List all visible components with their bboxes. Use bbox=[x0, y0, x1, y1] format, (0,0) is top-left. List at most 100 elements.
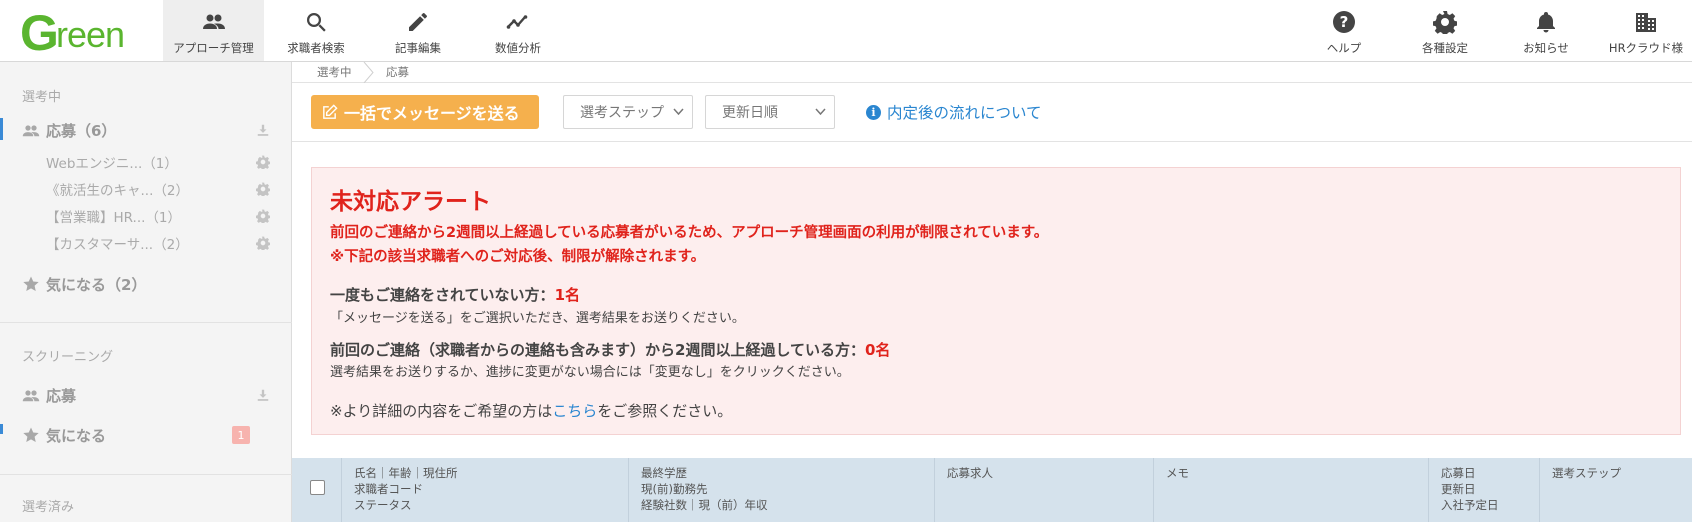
gear-icon[interactable] bbox=[256, 182, 270, 196]
breadcrumb-item-applied: 応募 bbox=[386, 65, 409, 79]
nav-articles[interactable]: 記事編集 bbox=[372, 0, 464, 61]
green-logo[interactable]: G reen bbox=[20, 5, 150, 61]
column-header-education: 最終学歴 現(前)勤務先 経験社数｜現（前）年収 bbox=[628, 458, 934, 522]
nav-account-label: HRクラウド様 bbox=[1608, 41, 1684, 55]
column-header-dates: 応募日 更新日 入社予定日 bbox=[1428, 458, 1539, 522]
star-icon bbox=[23, 276, 39, 292]
sidebar-item-label: 応募（6） bbox=[46, 121, 117, 140]
alert-no-contact-desc: 「メッセージを送る」をご選択いただき、選考結果をお送りください。 bbox=[330, 311, 745, 326]
offer-flow-link[interactable]: i 内定後の流れについて bbox=[866, 101, 1042, 123]
logo-text: reen bbox=[56, 14, 125, 55]
sidebar-job-label: 《就活生のキャ...（2） bbox=[46, 183, 189, 199]
info-icon: i bbox=[866, 104, 881, 120]
line-chart-icon bbox=[506, 15, 528, 29]
star-icon bbox=[23, 427, 39, 443]
sidebar-job-label: Webエンジニ...（1） bbox=[46, 156, 178, 172]
users-icon bbox=[22, 390, 40, 402]
nav-analytics[interactable]: 数値分析 bbox=[472, 0, 564, 61]
nav-settings[interactable]: 各種設定 bbox=[1399, 0, 1491, 61]
alert-restriction-text: 前回のご連絡から2週間以上経過している応募者がいるため、アプローチ管理画面の利用… bbox=[330, 225, 1049, 241]
nav-account[interactable]: HRクラウド様 bbox=[1600, 0, 1692, 61]
nav-search[interactable]: 求職者検索 bbox=[270, 0, 362, 61]
column-header-line: 氏名｜年齢｜現住所 bbox=[354, 466, 458, 480]
gear-icon[interactable] bbox=[256, 209, 270, 223]
alert-overdue-label: 前回のご連絡（求職者からの連絡も含みます）から2週間以上経過している方： bbox=[330, 341, 865, 359]
column-header-line: 求職者コード bbox=[354, 482, 423, 496]
breadcrumb-item-selecting[interactable]: 選考中 bbox=[317, 64, 352, 80]
column-header-step: 選考ステップ bbox=[1539, 458, 1692, 522]
breadcrumb-separator-icon bbox=[363, 62, 374, 83]
sidebar-item-screening-favorite[interactable]: 気になる 1 bbox=[0, 422, 292, 448]
nav-search-label: 求職者検索 bbox=[287, 41, 345, 55]
sidebar-item-favorite[interactable]: 気になる（2） bbox=[0, 271, 292, 297]
section-selecting: 選考中 bbox=[22, 90, 62, 105]
detail-link[interactable]: こちら bbox=[552, 402, 597, 420]
alert-overdue-desc: 選考結果をお送りするか、進捗に変更がない場合には「変更なし」をクリックください。 bbox=[330, 365, 850, 380]
unanswered-alert: 未対応アラート 前回のご連絡から2週間以上経過している応募者がいるため、アプロー… bbox=[311, 167, 1681, 435]
column-header-line: 更新日 bbox=[1441, 482, 1476, 496]
alert-no-contact-heading: 一度もご連絡をされていない方：1名 bbox=[330, 284, 580, 305]
gear-icon[interactable] bbox=[256, 155, 270, 169]
column-header-line: 応募日 bbox=[1441, 466, 1476, 480]
top-header: G reen アプローチ管理 求職者検索 記事編集 数値分析 ? ヘルプ 各種設… bbox=[0, 0, 1692, 62]
column-header-line: 経験社数｜現（前）年収 bbox=[641, 498, 768, 512]
column-header-line: ステータス bbox=[354, 498, 412, 512]
sidebar-divider bbox=[0, 474, 292, 475]
nav-articles-label: 記事編集 bbox=[395, 41, 441, 55]
gear-icon[interactable] bbox=[256, 236, 270, 250]
svg-text:?: ? bbox=[1340, 13, 1349, 31]
search-icon bbox=[307, 13, 326, 32]
column-header-line: メモ bbox=[1166, 466, 1189, 480]
table-header: 氏名｜年齢｜現住所 求職者コード ステータス 最終学歴 現(前)勤務先 経験社数… bbox=[292, 458, 1692, 522]
column-header-memo: メモ bbox=[1153, 458, 1428, 522]
bulk-message-button[interactable]: 一括でメッセージを送る bbox=[311, 95, 539, 129]
section-done: 選考済み bbox=[22, 500, 75, 515]
sidebar-item-label: 気になる（2） bbox=[46, 275, 147, 294]
sidebar-item-label: 応募 bbox=[46, 386, 77, 405]
sidebar-item-applied[interactable]: 応募（6） bbox=[0, 117, 292, 143]
nav-approach[interactable]: アプローチ管理 bbox=[163, 0, 264, 61]
step-select-value: 選考ステップ bbox=[580, 105, 664, 121]
sidebar-item-label: 気になる bbox=[46, 426, 107, 445]
nav-settings-label: 各種設定 bbox=[1422, 41, 1468, 55]
sidebar-job-3[interactable]: 【営業職】HR...（1） bbox=[0, 203, 292, 229]
column-header-candidate: 氏名｜年齢｜現住所 求職者コード ステータス bbox=[341, 458, 628, 522]
building-icon bbox=[1636, 13, 1656, 32]
nav-approach-label: アプローチ管理 bbox=[173, 41, 254, 55]
logo-letter-g: G bbox=[20, 5, 59, 61]
alert-note-prefix: ※より詳細の内容をご希望の方は bbox=[330, 402, 553, 420]
select-all-checkbox[interactable] bbox=[310, 480, 325, 495]
column-header-job: 応募求人 bbox=[934, 458, 1153, 522]
sidebar-job-1[interactable]: Webエンジニ...（1） bbox=[0, 149, 292, 175]
breadcrumb: 選考中 応募 bbox=[292, 62, 1692, 83]
nav-notifications[interactable]: お知らせ bbox=[1500, 0, 1592, 61]
chevron-down-icon bbox=[673, 108, 684, 116]
download-icon[interactable] bbox=[256, 123, 270, 137]
column-header-line: 応募求人 bbox=[947, 466, 993, 480]
sidebar-job-2[interactable]: 《就活生のキャ...（2） bbox=[0, 176, 292, 202]
bulk-message-label: 一括でメッセージを送る bbox=[344, 104, 520, 123]
offer-flow-label: 内定後の流れについて bbox=[887, 104, 1042, 122]
alert-no-contact-count: 1名 bbox=[554, 286, 580, 304]
section-screening: スクリーニング bbox=[22, 350, 114, 365]
pencil-icon bbox=[409, 13, 427, 31]
column-header-line: 入社予定日 bbox=[1441, 498, 1499, 512]
sort-select-value: 更新日順 bbox=[722, 105, 778, 121]
sidebar-job-label: 【営業職】HR...（1） bbox=[46, 210, 182, 226]
column-header-line: 最終学歴 bbox=[641, 466, 687, 480]
nav-analytics-label: 数値分析 bbox=[495, 41, 541, 55]
bell-icon bbox=[1537, 12, 1555, 33]
nav-help[interactable]: ? ヘルプ bbox=[1298, 0, 1390, 61]
step-select[interactable]: 選考ステップ bbox=[563, 95, 693, 129]
users-icon bbox=[22, 125, 40, 137]
sidebar-item-screening-applied[interactable]: 応募 bbox=[0, 382, 292, 408]
sort-select[interactable]: 更新日順 bbox=[705, 95, 835, 129]
alert-release-text: ※下記の該当求職者へのご対応後、制限が解除されます。 bbox=[330, 249, 706, 265]
download-icon[interactable] bbox=[256, 388, 270, 402]
alert-overdue-heading: 前回のご連絡（求職者からの連絡も含みます）から2週間以上経過している方：0名 bbox=[330, 339, 890, 360]
help-icon: ? bbox=[1333, 11, 1355, 33]
sidebar-job-4[interactable]: 【カスタマーサ...（2） bbox=[0, 230, 292, 256]
alert-no-contact-label: 一度もご連絡をされていない方： bbox=[330, 286, 555, 304]
alert-overdue-count: 0名 bbox=[865, 341, 891, 359]
alert-note-suffix: をご参照ください。 bbox=[597, 402, 733, 420]
